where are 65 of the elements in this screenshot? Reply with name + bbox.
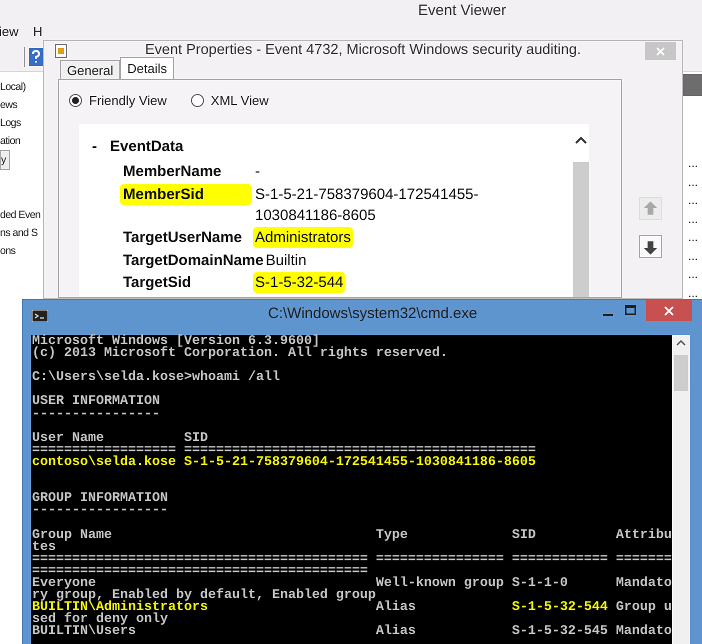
- radio-button[interactable]: [69, 94, 82, 107]
- radio-label: Friendly View: [89, 92, 167, 110]
- list-row[interactable]: ...: [682, 172, 702, 191]
- maximize-icon[interactable]: [625, 305, 636, 315]
- field-name: MemberName: [123, 162, 222, 182]
- list-row[interactable]: ...: [682, 284, 702, 302]
- list-row[interactable]: ...: [682, 191, 702, 210]
- help-icon[interactable]: [29, 48, 43, 66]
- field-name: MemberSid: [120, 184, 252, 204]
- console-line: contoso\selda.kose S-1-5-21-758379604-172541455-1030841186-8605: [32, 456, 537, 470]
- scroll-up-icon[interactable]: [676, 339, 686, 346]
- radio-label: XML View: [210, 92, 269, 110]
- tree-item[interactable]: Local): [0, 78, 44, 96]
- close-icon: [656, 46, 665, 56]
- list-row[interactable]: ...: [682, 246, 702, 265]
- scrollbar-thumb[interactable]: [573, 162, 589, 297]
- scrollbar-thumb[interactable]: [674, 355, 688, 391]
- close-button[interactable]: [646, 300, 692, 321]
- console-line: User Name SID: [32, 432, 209, 445]
- tree-item[interactable]: Logs: [0, 114, 44, 132]
- tree-item[interactable]: ews: [0, 96, 44, 114]
- field-value: Builtin: [266, 250, 306, 270]
- console-line: Group Name Type SID Attribu: [32, 530, 672, 542]
- list-row[interactable]: ...: [682, 210, 702, 228]
- console-line: BUILTIN\Users Alias S-1-5-32-545 Mandato: [32, 626, 672, 638]
- console-line: tes: [32, 542, 56, 554]
- radio-button[interactable]: [190, 94, 204, 107]
- field-value: Administrators: [253, 227, 353, 248]
- tree-item[interactable]: ded Even: [0, 206, 44, 224]
- document-icon: [55, 44, 67, 58]
- console-title: C:\Windows\system32\cmd.exe: [268, 304, 478, 324]
- close-icon: [664, 306, 674, 316]
- menu-item[interactable]: iew: [0, 22, 33, 42]
- field-value: S-1-5-32-544: [253, 272, 346, 293]
- console-line: ==========================================: [32, 566, 369, 578]
- console-line: USER INFORMATION: [32, 396, 161, 409]
- collapse-toggle[interactable]: -: [92, 136, 110, 158]
- console-line: (c) 2013 Microsoft Corporation. All rights reserved.: [32, 348, 449, 360]
- field-name: TargetDomainName: [123, 250, 265, 270]
- tab[interactable]: Details: [120, 57, 174, 79]
- list-header: [682, 74, 702, 96]
- scroll-up-icon[interactable]: [575, 136, 587, 144]
- field-name: TargetSid: [123, 273, 192, 293]
- list-row[interactable]: ...: [682, 154, 702, 172]
- window-title: Event Viewer: [418, 0, 506, 21]
- list-row[interactable]: ...: [682, 265, 702, 284]
- tree-item[interactable]: ns and S: [0, 224, 44, 242]
- console-icon: [32, 310, 48, 322]
- field-name: TargetUserName: [123, 228, 243, 248]
- minimize-icon[interactable]: [603, 314, 613, 317]
- console-line: C:\Users\selda.kose>whoami /all: [32, 372, 281, 384]
- tree-item[interactable]: ons: [0, 242, 44, 260]
- menu-item[interactable]: H: [33, 22, 42, 42]
- tree-item[interactable]: ation: [0, 132, 44, 150]
- console-line: ----------------: [32, 408, 161, 421]
- field-value: -: [255, 162, 260, 182]
- move-down-button[interactable]: [639, 235, 662, 258]
- console-line: -----------------: [32, 505, 169, 518]
- console-line: ========================================== ================ ============ =======: [32, 554, 672, 566]
- field-value: S-1-5-21-758379604-172541455-1030841186-8605: [255, 184, 480, 226]
- tab[interactable]: General: [60, 60, 120, 79]
- tree-item[interactable]: y: [0, 150, 10, 170]
- list-row[interactable]: ...: [682, 228, 702, 246]
- section-title: EventData: [110, 136, 184, 157]
- console-line: GROUP INFORMATION: [32, 493, 169, 506]
